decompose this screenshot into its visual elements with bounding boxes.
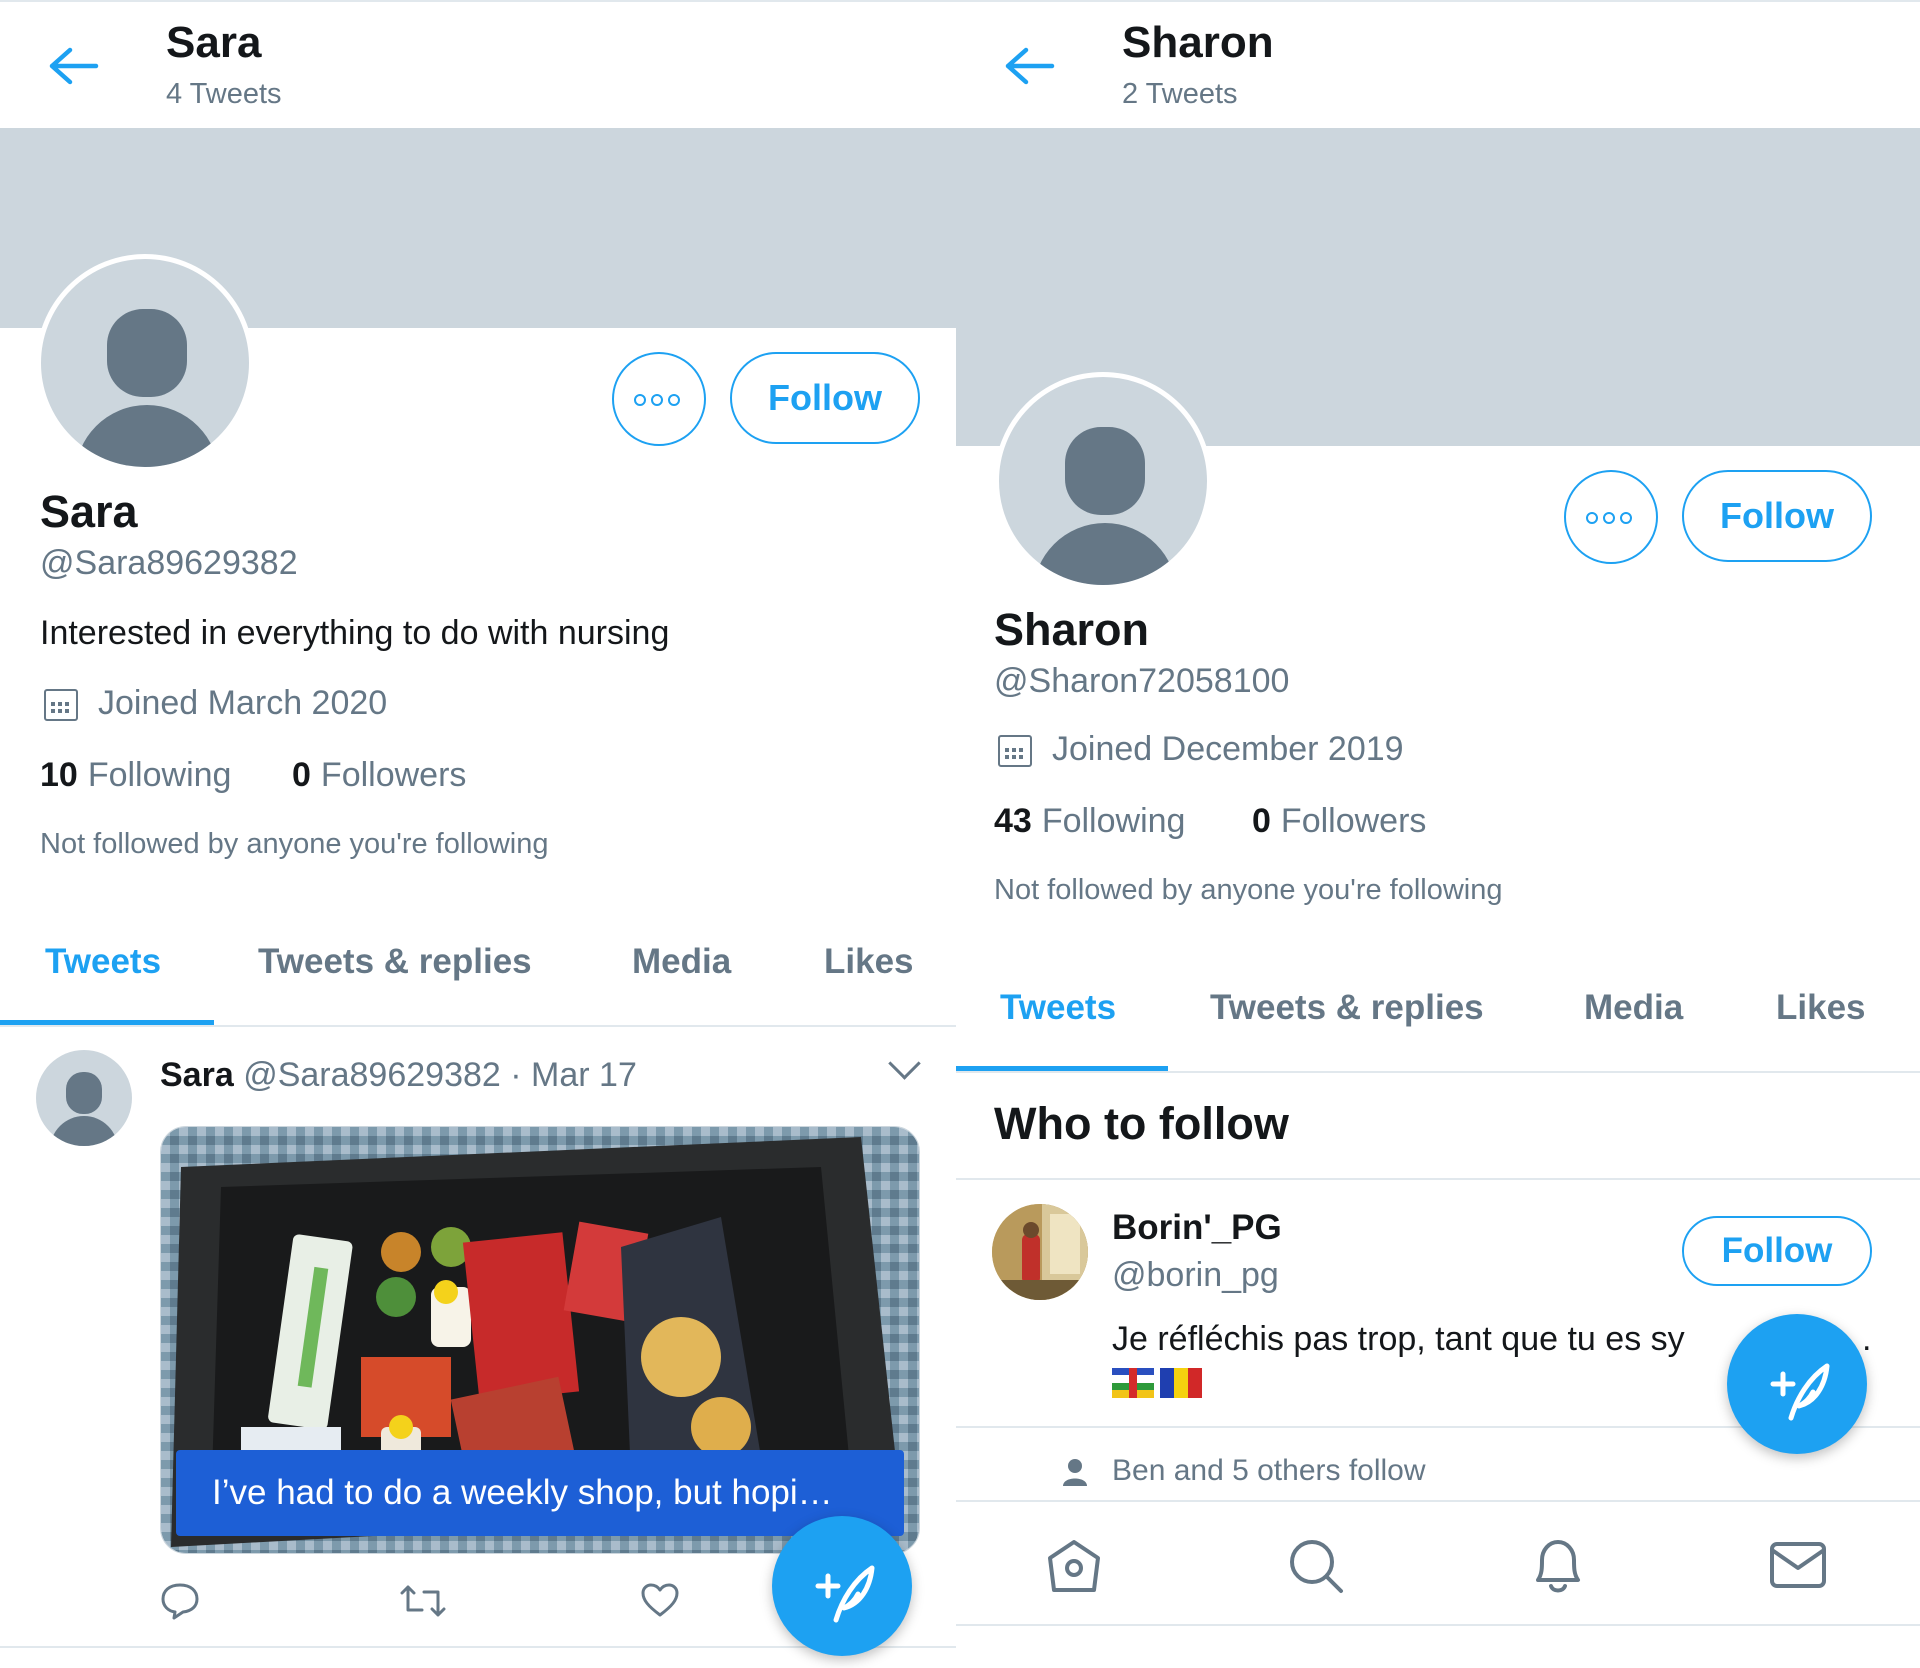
divider <box>956 1178 1920 1180</box>
back-arrow-icon[interactable] <box>1004 46 1056 86</box>
search-icon[interactable] <box>1286 1536 1346 1596</box>
tab-tweets[interactable]: Tweets <box>45 942 161 982</box>
profile-panel-sharon: Sharon 2 Tweets Follow Sharon @Sharon720… <box>956 0 1920 1668</box>
more-options-button[interactable] <box>1564 470 1658 564</box>
divider <box>956 1071 1920 1073</box>
default-avatar-icon <box>50 1072 118 1146</box>
following-stat[interactable]: 10 Following <box>40 756 231 795</box>
following-label: Following <box>87 756 232 794</box>
follow-button[interactable]: Follow <box>730 352 920 444</box>
tweet-avatar[interactable] <box>36 1050 132 1146</box>
followers-stat[interactable]: 0 Followers <box>1252 802 1426 841</box>
followers-label: Followers <box>1280 802 1427 840</box>
tweet-author-handle: @Sara89629382 <box>243 1056 501 1094</box>
profile-bio: Interested in everything to do with nurs… <box>40 614 670 652</box>
compose-tweet-icon <box>815 1565 875 1623</box>
header-name: Sharon <box>1122 18 1274 67</box>
tweet-author-name: Sara <box>160 1056 234 1094</box>
following-count: 10 <box>40 756 78 794</box>
default-avatar-icon <box>1033 427 1177 585</box>
profile-handle: @Sharon72058100 <box>994 662 1290 700</box>
header-name: Sara <box>166 18 262 67</box>
profile-handle: @Sara89629382 <box>40 544 298 582</box>
calendar-icon <box>44 689 78 721</box>
header-tweet-count: 2 Tweets <box>1122 78 1238 110</box>
flag-emojis <box>1112 1368 1202 1398</box>
back-arrow-icon[interactable] <box>48 46 100 86</box>
suggested-user-handle: @borin_pg <box>1112 1256 1279 1294</box>
divider <box>956 1500 1920 1502</box>
divider <box>956 1624 1920 1626</box>
header-tweet-count: 4 Tweets <box>166 78 282 110</box>
following-label: Following <box>1041 802 1186 840</box>
followers-label: Followers <box>320 756 467 794</box>
calendar-icon <box>998 735 1032 767</box>
following-count: 43 <box>994 802 1032 840</box>
following-stat[interactable]: 43 Following <box>994 802 1185 841</box>
suggested-user-name[interactable]: Borin'_PG <box>1112 1208 1282 1248</box>
tab-tweets-replies[interactable]: Tweets & replies <box>1210 988 1484 1028</box>
tab-tweets-replies[interactable]: Tweets & replies <box>258 942 532 982</box>
joined-date: Joined March 2020 <box>98 684 388 722</box>
tab-media[interactable]: Media <box>1584 988 1683 1028</box>
social-context: Ben and 5 others follow <box>1112 1454 1426 1487</box>
home-icon[interactable] <box>1044 1536 1104 1596</box>
tab-likes[interactable]: Likes <box>824 942 914 982</box>
chevron-down-icon[interactable] <box>888 1047 921 1080</box>
more-dot <box>651 394 663 406</box>
user-photo <box>992 1204 1088 1300</box>
like-icon[interactable] <box>640 1582 680 1618</box>
suggested-user-avatar[interactable] <box>992 1204 1088 1300</box>
reply-icon[interactable] <box>160 1582 200 1620</box>
joined-date: Joined December 2019 <box>1052 730 1404 768</box>
who-to-follow-title: Who to follow <box>994 1098 1289 1149</box>
tab-media[interactable]: Media <box>632 942 731 982</box>
tweet-separator: · <box>510 1056 522 1094</box>
more-options-button[interactable] <box>612 352 706 446</box>
mail-icon[interactable] <box>1768 1540 1828 1590</box>
suggested-user-bio: Je réfléchis pas trop, tant que tu es sy <box>1112 1320 1685 1359</box>
profile-panel-sara: Sara 4 Tweets Follow Sara @Sara89629382 … <box>0 0 956 1668</box>
followers-count: 0 <box>1252 802 1271 840</box>
profile-header: Sharon 2 Tweets <box>956 0 1920 128</box>
retweet-icon[interactable] <box>400 1584 446 1618</box>
more-dot <box>668 394 680 406</box>
profile-header: Sara 4 Tweets <box>0 0 956 128</box>
profile-name: Sharon <box>994 604 1150 655</box>
more-dot <box>1603 512 1615 524</box>
suggested-user-bio-text: Je réfléchis pas trop, tant que tu es sy <box>1112 1320 1685 1358</box>
suggested-follow-button[interactable]: Follow <box>1682 1216 1872 1286</box>
follow-button[interactable]: Follow <box>1682 470 1872 562</box>
more-options-icon <box>1586 512 1598 524</box>
more-options-icon <box>634 394 646 406</box>
followed-by-note: Not followed by anyone you're following <box>994 874 1503 906</box>
divider <box>0 1025 956 1027</box>
avatar[interactable] <box>36 254 254 472</box>
compose-tweet-button[interactable] <box>772 1516 912 1656</box>
tweet-header: Sara @Sara89629382 · Mar 17 <box>160 1056 637 1095</box>
avatar[interactable] <box>994 372 1212 590</box>
person-icon <box>1063 1459 1087 1486</box>
followers-count: 0 <box>292 756 311 794</box>
tab-tweets[interactable]: Tweets <box>1000 988 1116 1028</box>
profile-name: Sara <box>40 486 138 537</box>
compose-tweet-button[interactable] <box>1727 1314 1867 1454</box>
followers-stat[interactable]: 0 Followers <box>292 756 466 795</box>
followed-by-note: Not followed by anyone you're following <box>40 828 549 860</box>
more-dot <box>1620 512 1632 524</box>
bell-icon[interactable] <box>1528 1534 1588 1598</box>
tab-likes[interactable]: Likes <box>1776 988 1866 1028</box>
compose-tweet-icon <box>1770 1363 1830 1421</box>
tweet-date[interactable]: Mar 17 <box>531 1056 637 1094</box>
default-avatar-icon <box>75 309 219 467</box>
